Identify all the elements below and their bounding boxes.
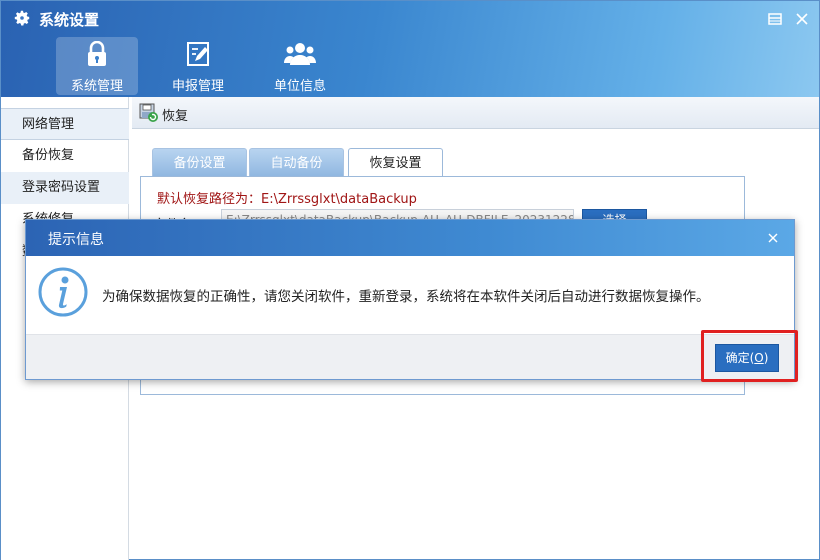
nav-label: 系统管理 [70,79,123,94]
restore-icon [139,103,158,122]
sidebar-item-login-password[interactable]: 登录密码设置 [1,172,129,204]
dialog-footer: 确定(O) [26,334,794,379]
dialog-header: 提示信息 [26,220,794,256]
header-bar: 系统设置 系统管理 申报管理 单位信息 [1,1,819,97]
nav-tab-system[interactable]: 系统管理 [56,37,138,95]
nav-tab-unit[interactable]: 单位信息 [259,37,341,95]
title-bar: 系统设置 [1,1,819,35]
sidebar-item-backup-restore[interactable]: 备份恢复 [1,140,129,172]
sidebar-item-network[interactable]: 网络管理 [1,108,129,140]
lock-icon [88,41,106,66]
nav-tab-report[interactable]: 申报管理 [157,37,239,95]
users-icon [284,43,316,65]
tab-backup-settings[interactable]: 备份设置 [152,148,247,177]
close-icon[interactable] [793,10,811,28]
gear-icon [14,10,30,26]
window-title: 系统设置 [39,11,100,29]
info-dialog: 提示信息 为确保数据恢复的正确性，请您关闭软件，重新登录，系统将在本软件关闭后自… [25,219,795,380]
info-icon [38,267,88,317]
nav-label: 单位信息 [273,79,326,94]
dialog-message: 为确保数据恢复的正确性，请您关闭软件，重新登录，系统将在本软件关闭后自动进行数据… [102,289,710,305]
close-icon[interactable] [766,231,780,245]
annotation-highlight-box [701,330,798,382]
edit-icon [187,42,209,66]
dialog-body: 为确保数据恢复的正确性，请您关闭软件，重新登录，系统将在本软件关闭后自动进行数据… [26,256,794,334]
breadcrumb: 恢复 [132,97,819,129]
nav-label: 申报管理 [171,79,224,94]
menu-icon[interactable] [766,10,784,28]
tab-auto-backup[interactable]: 自动备份 [249,148,344,177]
breadcrumb-label: 恢复 [162,109,189,124]
dialog-title: 提示信息 [48,232,104,248]
default-restore-path: 默认恢复路径为：E:\Zrrssglxt\dataBackup [157,192,417,207]
tab-restore-settings[interactable]: 恢复设置 [348,148,443,178]
